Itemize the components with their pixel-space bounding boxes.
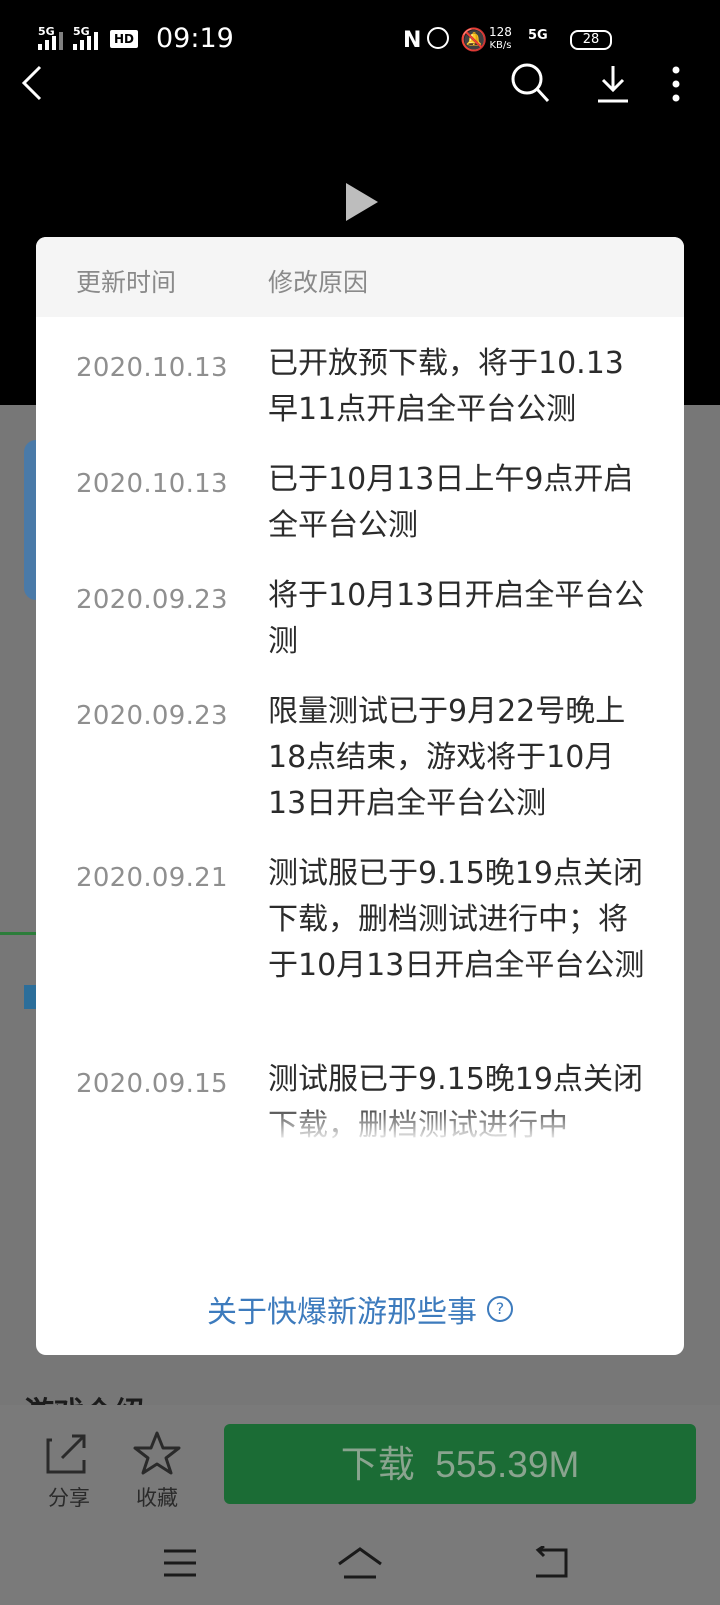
update-reason: 已于10月13日上午9点开启全平台公测 bbox=[268, 462, 634, 543]
download-size: 555.39M bbox=[435, 1444, 580, 1485]
net-speed-unit: KB/s bbox=[489, 40, 512, 51]
signal-bars-2-icon bbox=[73, 26, 103, 50]
download-label: 下载 bbox=[340, 1444, 415, 1485]
menu-icon[interactable] bbox=[162, 1546, 198, 1580]
share-icon bbox=[46, 1434, 86, 1474]
home-icon[interactable] bbox=[336, 1546, 384, 1580]
back-arrow-icon[interactable] bbox=[20, 64, 46, 102]
nfc-icon: N bbox=[403, 28, 422, 53]
favorite-label: 收藏 bbox=[136, 1486, 178, 1510]
update-date: 2020.09.15 bbox=[76, 1069, 228, 1099]
download-button[interactable]: 下载 555.39M bbox=[224, 1424, 696, 1504]
share-button[interactable]: 分享 bbox=[40, 1430, 98, 1512]
battery-indicator: 28 bbox=[570, 30, 612, 50]
about-link[interactable]: 关于快爆新游那些事 bbox=[207, 1295, 477, 1330]
status-time: 09:19 bbox=[156, 23, 234, 54]
more-vertical-icon[interactable] bbox=[671, 66, 681, 102]
net-speed: 128 KB/s bbox=[489, 26, 512, 52]
video-play-icon[interactable] bbox=[346, 183, 378, 221]
share-label: 分享 bbox=[48, 1486, 90, 1510]
update-reason: 测试服已于9.15晚19点关闭下载，删档测试进行中；将于10月13日开启全平台公… bbox=[268, 856, 645, 983]
update-reason: 将于10月13日开启全平台公测 bbox=[268, 578, 645, 659]
star-icon bbox=[133, 1431, 181, 1475]
tab-indicator bbox=[0, 932, 36, 935]
help-circle-icon[interactable]: ? bbox=[487, 1296, 513, 1322]
battery-level: 28 bbox=[582, 32, 600, 47]
hd-badge: HD bbox=[110, 30, 138, 48]
download-icon[interactable] bbox=[596, 64, 630, 104]
update-reason: 已开放预下载，将于10.13早11点开启全平台公测 bbox=[268, 346, 624, 427]
update-date: 2020.09.23 bbox=[76, 585, 228, 615]
signal-bars-1-icon bbox=[38, 26, 68, 50]
update-date: 2020.09.23 bbox=[76, 701, 228, 731]
update-date: 2020.10.13 bbox=[76, 469, 228, 499]
list-fade-overlay bbox=[36, 1103, 684, 1203]
favorite-button[interactable]: 收藏 bbox=[128, 1430, 186, 1512]
net-speed-value: 128 bbox=[489, 25, 512, 39]
net-type-label: 5G bbox=[528, 28, 548, 43]
alarm-icon bbox=[427, 27, 449, 49]
column-header-time: 更新时间 bbox=[76, 268, 177, 297]
dialog-footer: 关于快爆新游那些事? bbox=[36, 1287, 684, 1335]
column-header-reason: 修改原因 bbox=[268, 268, 369, 297]
update-reason: 限量测试已于9月22号晚上18点结束，游戏将于10月13日开启全平台公测 bbox=[268, 694, 626, 821]
dialog-header: 更新时间 修改原因 bbox=[36, 237, 684, 317]
search-icon[interactable] bbox=[510, 62, 550, 104]
update-date: 2020.09.21 bbox=[76, 863, 228, 893]
update-date: 2020.10.13 bbox=[76, 353, 228, 383]
mute-bell-icon: 🔕 bbox=[460, 28, 488, 53]
back-nav-icon[interactable] bbox=[530, 1546, 570, 1580]
update-history-dialog: 更新时间 修改原因 2020.10.13 已开放预下载，将于10.13早11点开… bbox=[36, 237, 684, 1355]
